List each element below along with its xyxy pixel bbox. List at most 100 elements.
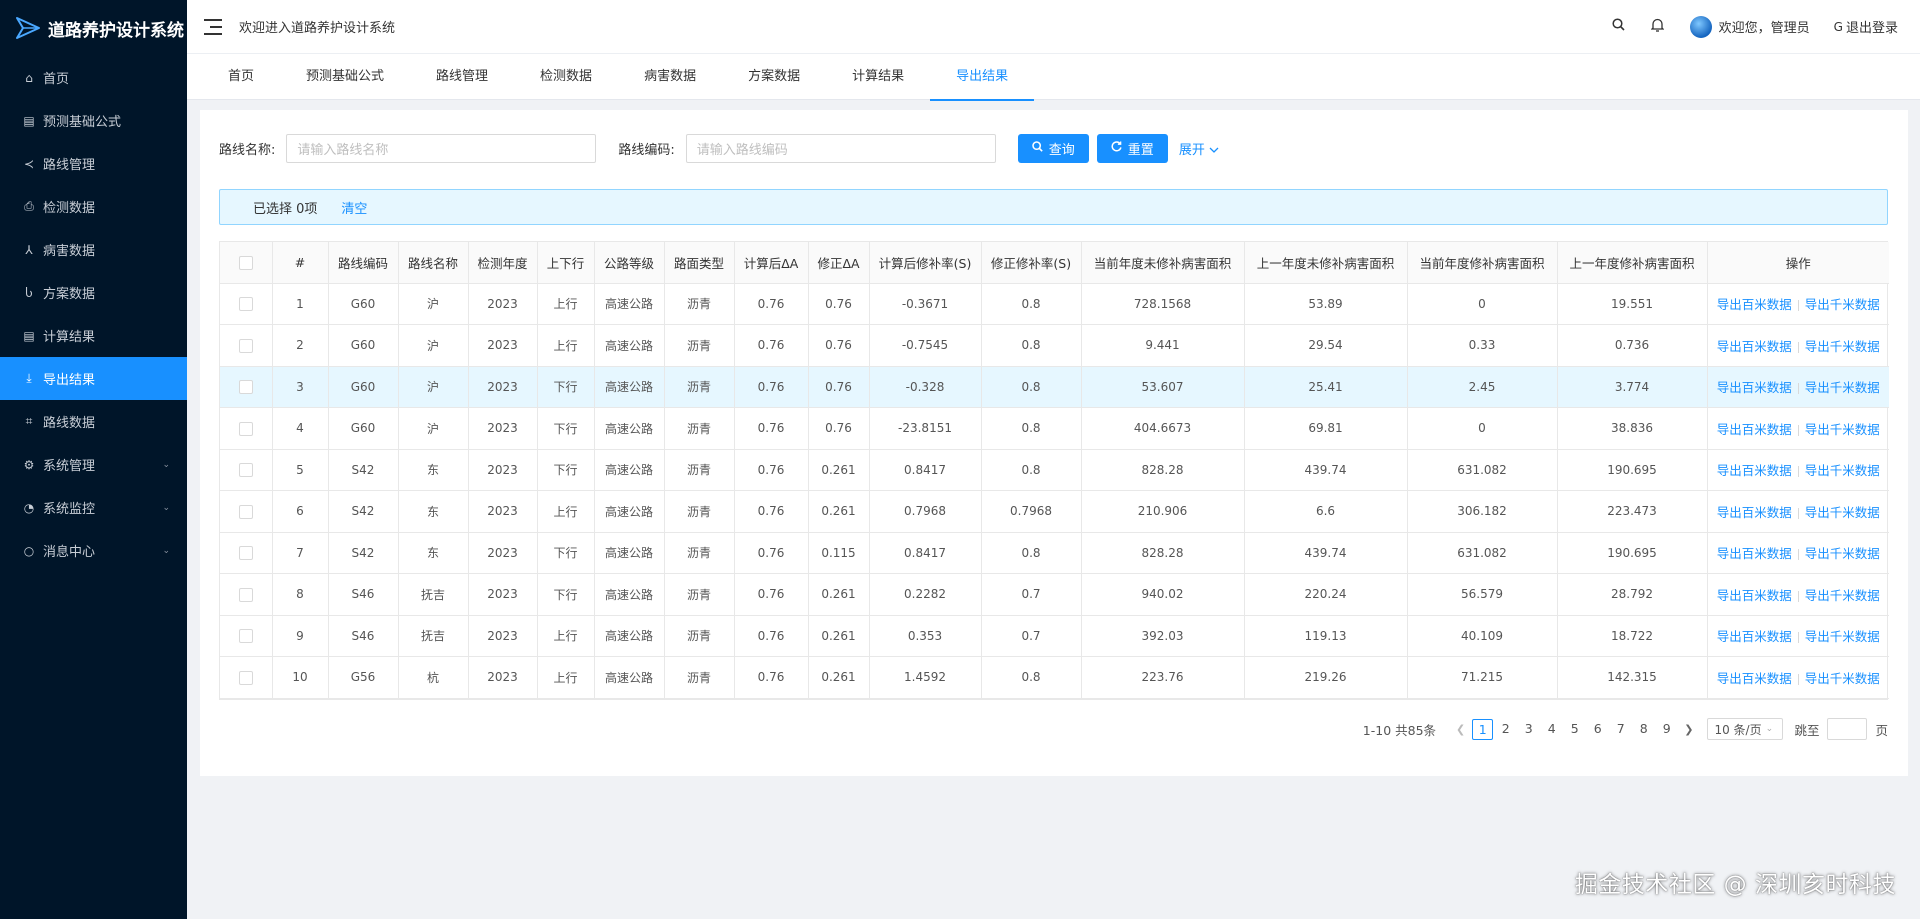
page-1[interactable]: 1 — [1472, 718, 1494, 740]
user-greeting[interactable]: 欢迎您，管理员 — [1719, 17, 1810, 36]
export-100m-link[interactable]: 导出百米数据 — [1717, 505, 1792, 520]
sidebar-item-6[interactable]: ▤ 计算结果 — [0, 314, 187, 357]
route-name-input[interactable]: 请输入路线名称 — [286, 133, 597, 163]
table-cell: 10 — [272, 656, 329, 699]
export-100m-link[interactable]: 导出百米数据 — [1717, 422, 1792, 437]
page-5[interactable]: 5 — [1564, 719, 1585, 740]
sidebar-item-11[interactable]: ○ 消息中心 ⌄ — [0, 529, 187, 572]
row-checkbox[interactable] — [238, 463, 253, 477]
table-row[interactable]: 5 S42 东 2023 下行 高速公路 沥青 0.76 0.261 0.8417 0.8 828.2… — [220, 449, 1889, 491]
table-row[interactable]: 7 S42 东 2023 下行 高速公路 沥青 0.76 0.115 0.8417 0.8 828.2… — [220, 532, 1889, 574]
export-100m-link[interactable]: 导出百米数据 — [1717, 588, 1792, 603]
table-cell: 6 — [272, 490, 329, 533]
tab-5[interactable]: 方案数据 — [722, 54, 826, 100]
route-code-input[interactable]: 请输入路线编码 — [685, 133, 996, 163]
sidebar-item-3[interactable]: ⎙ 检测数据 — [0, 185, 187, 228]
next-page-icon[interactable]: ❯ — [1684, 723, 1693, 736]
prev-page-icon[interactable]: ❮ — [1456, 723, 1465, 736]
row-actions: 导出百米数据 导出千米数据 — [1707, 324, 1889, 367]
export-100m-link[interactable]: 导出百米数据 — [1717, 629, 1792, 644]
table-row[interactable]: 2 G60 沪 2023 上行 高速公路 沥青 0.76 0.76 -0.7545 0.8 9.441… — [220, 324, 1889, 367]
export-1km-link[interactable]: 导出千米数据 — [1805, 546, 1880, 561]
sidebar-item-label: 计算结果 — [43, 330, 96, 345]
export-100m-link[interactable]: 导出百米数据 — [1717, 546, 1792, 561]
avatar[interactable] — [1689, 15, 1712, 38]
tab-4[interactable]: 病害数据 — [618, 54, 722, 100]
row-checkbox[interactable] — [238, 421, 253, 436]
tab-2[interactable]: 路线管理 — [410, 54, 514, 100]
row-checkbox[interactable] — [238, 629, 253, 643]
export-100m-link[interactable]: 导出百米数据 — [1717, 463, 1792, 478]
sidebar-item-5[interactable]: Ⴑ 方案数据 — [0, 271, 187, 314]
export-100m-link[interactable]: 导出百米数据 — [1717, 671, 1792, 686]
page-3[interactable]: 3 — [1518, 719, 1539, 740]
export-1km-link[interactable]: 导出千米数据 — [1805, 671, 1880, 686]
row-checkbox[interactable] — [238, 297, 253, 311]
page-9[interactable]: 9 — [1656, 719, 1677, 740]
reset-button[interactable]: 重置 — [1096, 133, 1168, 163]
export-100m-link[interactable]: 导出百米数据 — [1717, 380, 1792, 395]
export-1km-link[interactable]: 导出千米数据 — [1805, 422, 1880, 437]
column-header: 上一年度未修补病害面积 — [1244, 242, 1408, 284]
page-size-select[interactable]: 10 条/页 ⌄ — [1707, 718, 1784, 740]
table-row[interactable]: 3 G60 沪 2023 下行 高速公路 沥青 0.76 0.76 -0.328 0.8 53.607… — [220, 366, 1889, 408]
table-cell: 1.4592 — [869, 656, 982, 699]
export-1km-link[interactable]: 导出千米数据 — [1805, 297, 1880, 312]
page-4[interactable]: 4 — [1541, 719, 1562, 740]
sidebar-item-0[interactable]: ⌂ 首页 — [0, 56, 187, 99]
export-1km-link[interactable]: 导出千米数据 — [1805, 629, 1880, 644]
bell-icon[interactable] — [1650, 18, 1665, 36]
logout-button[interactable]: 退出登录 — [1846, 17, 1898, 36]
export-1km-link[interactable]: 导出千米数据 — [1805, 505, 1880, 520]
row-checkbox[interactable] — [238, 670, 253, 685]
table-cell: 2023 — [468, 283, 538, 325]
tab-6[interactable]: 计算结果 — [826, 54, 930, 100]
menu-toggle-icon[interactable] — [204, 18, 222, 35]
clear-selection-link[interactable]: 清空 — [341, 198, 367, 217]
export-1km-link[interactable]: 导出千米数据 — [1805, 463, 1880, 478]
logout-icon[interactable]: G — [1834, 20, 1843, 34]
tab-7[interactable]: 导出结果 — [930, 54, 1035, 101]
jump-page-input[interactable] — [1827, 718, 1868, 740]
page-7[interactable]: 7 — [1610, 719, 1631, 740]
row-checkbox[interactable] — [238, 380, 253, 394]
export-100m-link[interactable]: 导出百米数据 — [1717, 297, 1792, 312]
row-checkbox[interactable] — [238, 338, 253, 353]
export-1km-link[interactable]: 导出千米数据 — [1805, 339, 1880, 354]
search-icon[interactable] — [1612, 18, 1625, 35]
export-100m-link[interactable]: 导出百米数据 — [1717, 339, 1792, 354]
query-button[interactable]: 查询 — [1017, 133, 1089, 163]
table-row[interactable]: 4 G60 沪 2023 下行 高速公路 沥青 0.76 0.76 -23.8151 0.8 404.… — [220, 407, 1889, 450]
table-row[interactable]: 1 G60 沪 2023 上行 高速公路 沥青 0.76 0.76 -0.3671 0.8 728.1… — [220, 283, 1889, 325]
table-row[interactable]: 10 G56 杭 2023 上行 高速公路 沥青 0.76 0.261 1.4592 0.8 223.… — [220, 656, 1889, 699]
tab-3[interactable]: 检测数据 — [514, 54, 618, 100]
row-checkbox[interactable] — [238, 504, 253, 519]
route-code-label: 路线编码: — [618, 142, 675, 158]
divider — [1797, 590, 1799, 602]
tab-1[interactable]: 预测基础公式 — [280, 54, 410, 100]
table-row[interactable]: 8 S46 抚吉 2023 下行 高速公路 沥青 0.76 0.261 0.2282 0.7 940.… — [220, 573, 1889, 616]
export-1km-link[interactable]: 导出千米数据 — [1805, 380, 1880, 395]
row-checkbox[interactable] — [238, 546, 253, 560]
page-8[interactable]: 8 — [1633, 719, 1654, 740]
table-cell: 0.736 — [1557, 324, 1708, 367]
sidebar-item-4[interactable]: ⅄ 病害数据 — [0, 228, 187, 271]
page-2[interactable]: 2 — [1495, 719, 1516, 740]
sidebar-item-1[interactable]: ▤ 预测基础公式 — [0, 99, 187, 142]
select-all-checkbox[interactable] — [238, 256, 253, 270]
sidebar-item-7[interactable]: ⤓ 导出结果 — [0, 357, 187, 400]
sidebar-item-label: 路线管理 — [43, 158, 96, 173]
sidebar-item-10[interactable]: ◔ 系统监控 ⌄ — [0, 486, 187, 529]
page-6[interactable]: 6 — [1587, 719, 1608, 740]
table-row[interactable]: 9 S46 抚吉 2023 上行 高速公路 沥青 0.76 0.261 0.353 0.7 392.0… — [220, 615, 1889, 657]
tab-0[interactable]: 首页 — [202, 54, 280, 100]
logo[interactable]: 道路养护设计系统 — [0, 0, 187, 56]
expand-toggle[interactable]: 展开 — [1179, 139, 1219, 158]
sidebar-item-9[interactable]: ⚙ 系统管理 ⌄ — [0, 443, 187, 486]
row-checkbox[interactable] — [238, 587, 253, 602]
sidebar-item-8[interactable]: ⌗ 路线数据 — [0, 400, 187, 443]
table-cell: 53.607 — [1081, 366, 1245, 408]
export-1km-link[interactable]: 导出千米数据 — [1805, 588, 1880, 603]
sidebar-item-2[interactable]: ≺ 路线管理 — [0, 142, 187, 185]
table-row[interactable]: 6 S42 东 2023 上行 高速公路 沥青 0.76 0.261 0.7968 0.7968 21… — [220, 490, 1889, 533]
